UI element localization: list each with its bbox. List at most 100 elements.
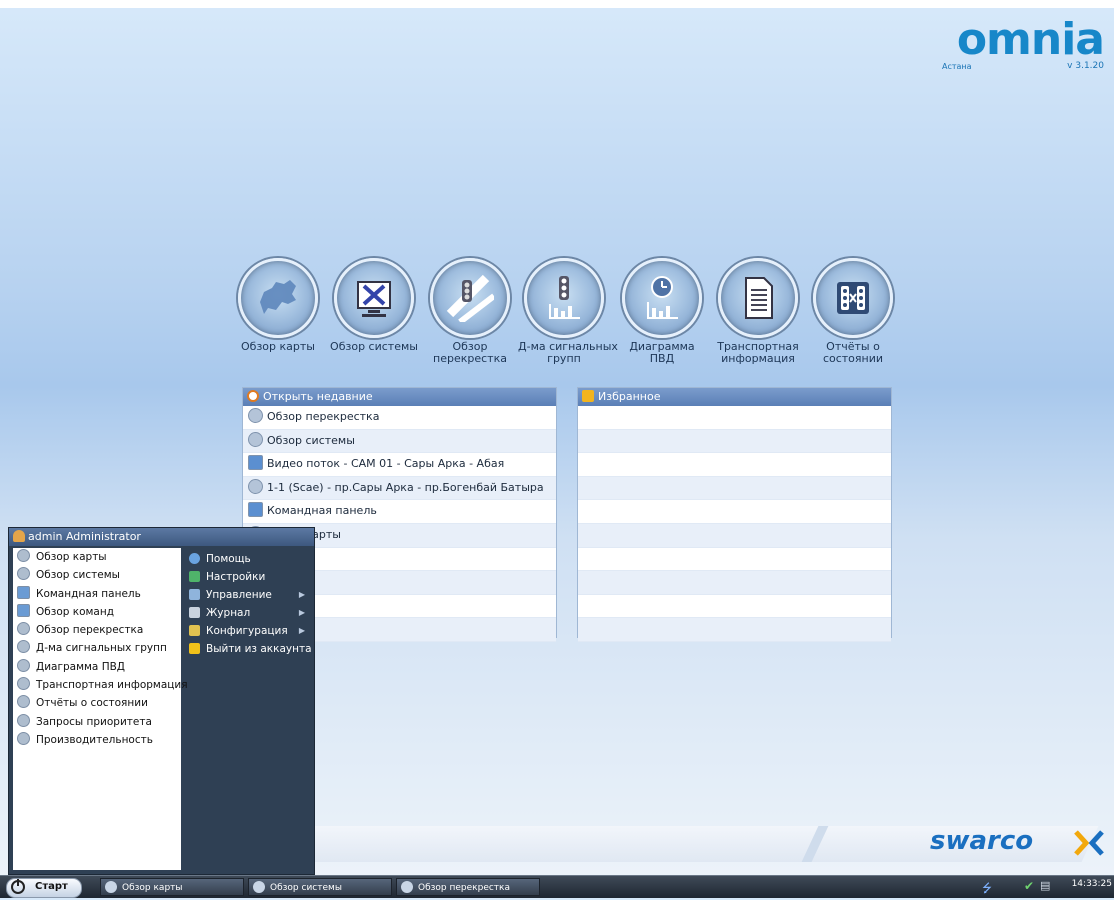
favorites-empty-row [578,571,891,595]
pvd-diagram-icon [622,258,702,338]
menu-item-label: Управление [206,589,272,602]
menu-item-label: Запросы приоритета [36,715,152,728]
menu-item-signal-groups[interactable]: Д-ма сигнальных групп [13,639,181,657]
launcher-intersection-overview[interactable]: Обзор перекрестка [424,258,516,365]
recent-panel-title: Открыть недавние [263,390,373,403]
menu-item-intersection-overview[interactable]: Обзор перекрестка [13,621,181,639]
menu-item-label: Настройки [206,571,266,584]
swarco-logo: swarco [930,826,1034,856]
intersection-overview-icon [430,258,510,338]
map-icon [17,549,30,562]
intersection-icon [248,408,263,423]
intersection-icon [17,622,30,636]
launcher-signal-groups[interactable]: Д-ма сигнальных групп [518,258,618,365]
submenu-arrow-icon: ▶ [298,590,305,600]
display-icon[interactable]: ▤ [1040,879,1050,892]
launcher-label: Д-ма сигнальных групп [518,340,618,365]
recent-item[interactable]: Командная панель [243,500,556,524]
menu-item-help[interactable]: Помощь [185,550,313,568]
launcher-system-overview[interactable]: Обзор системы [328,258,420,353]
favorites-empty-row [578,618,891,642]
launcher-map-overview[interactable]: Обзор карты [232,258,324,353]
signal-group-icon [17,640,30,654]
menu-item-management[interactable]: Управление ▶ [185,586,313,604]
launcher-transport-info[interactable]: Транспортная информация [712,258,804,365]
system-icon [17,567,30,581]
menu-item-settings[interactable]: Настройки [185,568,313,586]
task-intersection-overview[interactable]: Обзор перекрестка [396,878,540,896]
star-icon [582,390,594,402]
start-menu: admin Administrator Обзор карты Обзор си… [8,527,315,875]
logo-wordmark: omnia [956,14,1105,65]
system-overview-icon [334,258,414,338]
map-overview-icon [238,258,318,338]
logout-key-icon [189,643,200,655]
menu-item-priority-requests[interactable]: Запросы приоритета [13,713,181,731]
clock: 14:33:25 [1071,879,1112,889]
menu-item-status-reports[interactable]: Отчёты о состоянии [13,694,181,712]
menu-item-map-overview[interactable]: Обзор карты [13,548,181,566]
favorites-empty-row [578,548,891,572]
recent-item-label: Обзор системы [267,433,355,447]
recent-item[interactable]: Обзор системы [243,429,556,454]
settings-icon [189,571,200,583]
journal-icon [189,607,200,619]
task-system-overview[interactable]: Обзор системы [248,878,392,896]
configuration-icon [189,625,200,637]
menu-item-journal[interactable]: Журнал ▶ [185,604,313,622]
status-reports-icon [813,258,893,338]
power-icon [11,879,25,894]
launcher-pvd-diagram[interactable]: Диаграмма ПВД [616,258,708,365]
favorites-empty-row [578,523,891,548]
task-label: Обзор перекрестка [418,883,510,893]
system-icon [253,881,265,893]
user-name: admin Administrator [28,530,141,543]
help-icon [189,553,200,564]
check-icon[interactable]: ✔ [1024,879,1034,893]
favorites-empty-row [578,500,891,524]
task-label: Обзор системы [270,883,342,893]
omnia-logo: omnia Астана v 3.1.20 [934,14,1105,74]
command-list-icon [17,603,30,617]
menu-item-label: Обзор карты [36,551,107,563]
favorites-empty-row [578,429,891,454]
launcher-label: Обзор системы [330,340,418,353]
status-report-icon [17,695,30,709]
start-button[interactable]: Старт [6,878,82,898]
favorites-empty-row [578,406,891,430]
launcher-label: Обзор карты [241,340,315,353]
transport-info-icon [718,258,798,338]
priority-icon [17,713,30,727]
menu-item-label: Выйти из аккаунта [206,643,312,656]
recent-panel-header: Открыть недавние [243,388,556,406]
taskbar: Старт Обзор карты Обзор системы Обзор пе… [0,875,1114,898]
menu-item-logout[interactable]: Выйти из аккаунта [185,640,313,658]
menu-item-system-overview[interactable]: Обзор системы [13,566,181,584]
task-map-overview[interactable]: Обзор карты [100,878,244,896]
menu-item-performance[interactable]: Производительность [13,731,181,749]
launcher-label: Обзор перекрестка [433,340,507,365]
recent-item-label: 1-1 (Scae) - пр.Сары Арка - пр.Богенбай … [267,480,544,494]
intersection-icon [401,881,413,893]
menu-item-label: Д-ма сигнальных групп [36,642,167,655]
menu-item-pvd-diagram[interactable]: Диаграмма ПВД [13,658,181,676]
recent-item[interactable]: Обзор перекрестка [243,406,556,430]
menu-item-configuration[interactable]: Конфигурация ▶ [185,622,313,640]
recent-item[interactable]: 1-1 (Scae) - пр.Сары Арка - пр.Богенбай … [243,476,556,501]
menu-item-command-overview[interactable]: Обзор команд [13,603,181,621]
favorites-panel: Избранное [577,387,892,642]
signal-groups-icon [524,258,604,338]
launcher-status-reports[interactable]: Отчёты о состоянии [807,258,899,365]
menu-item-label: Помощь [206,553,251,565]
menu-item-label: Отчёты о состоянии [36,697,148,710]
menu-item-command-panel[interactable]: Командная панель [13,585,181,603]
menu-item-label: Обзор перекрестка [36,624,144,637]
start-button-label: Старт [35,881,68,892]
performance-icon [17,731,30,745]
menu-item-label: Диаграмма ПВД [36,660,125,673]
recent-item-label: Командная панель [267,504,377,518]
menu-item-transport-info[interactable]: Транспортная информация [13,676,188,694]
launcher-label: Транспортная информация [717,340,799,365]
swarco-mark-icon [1074,830,1104,856]
recent-item[interactable]: Видео поток - CAM 01 - Сары Арка - Абая [243,453,556,477]
